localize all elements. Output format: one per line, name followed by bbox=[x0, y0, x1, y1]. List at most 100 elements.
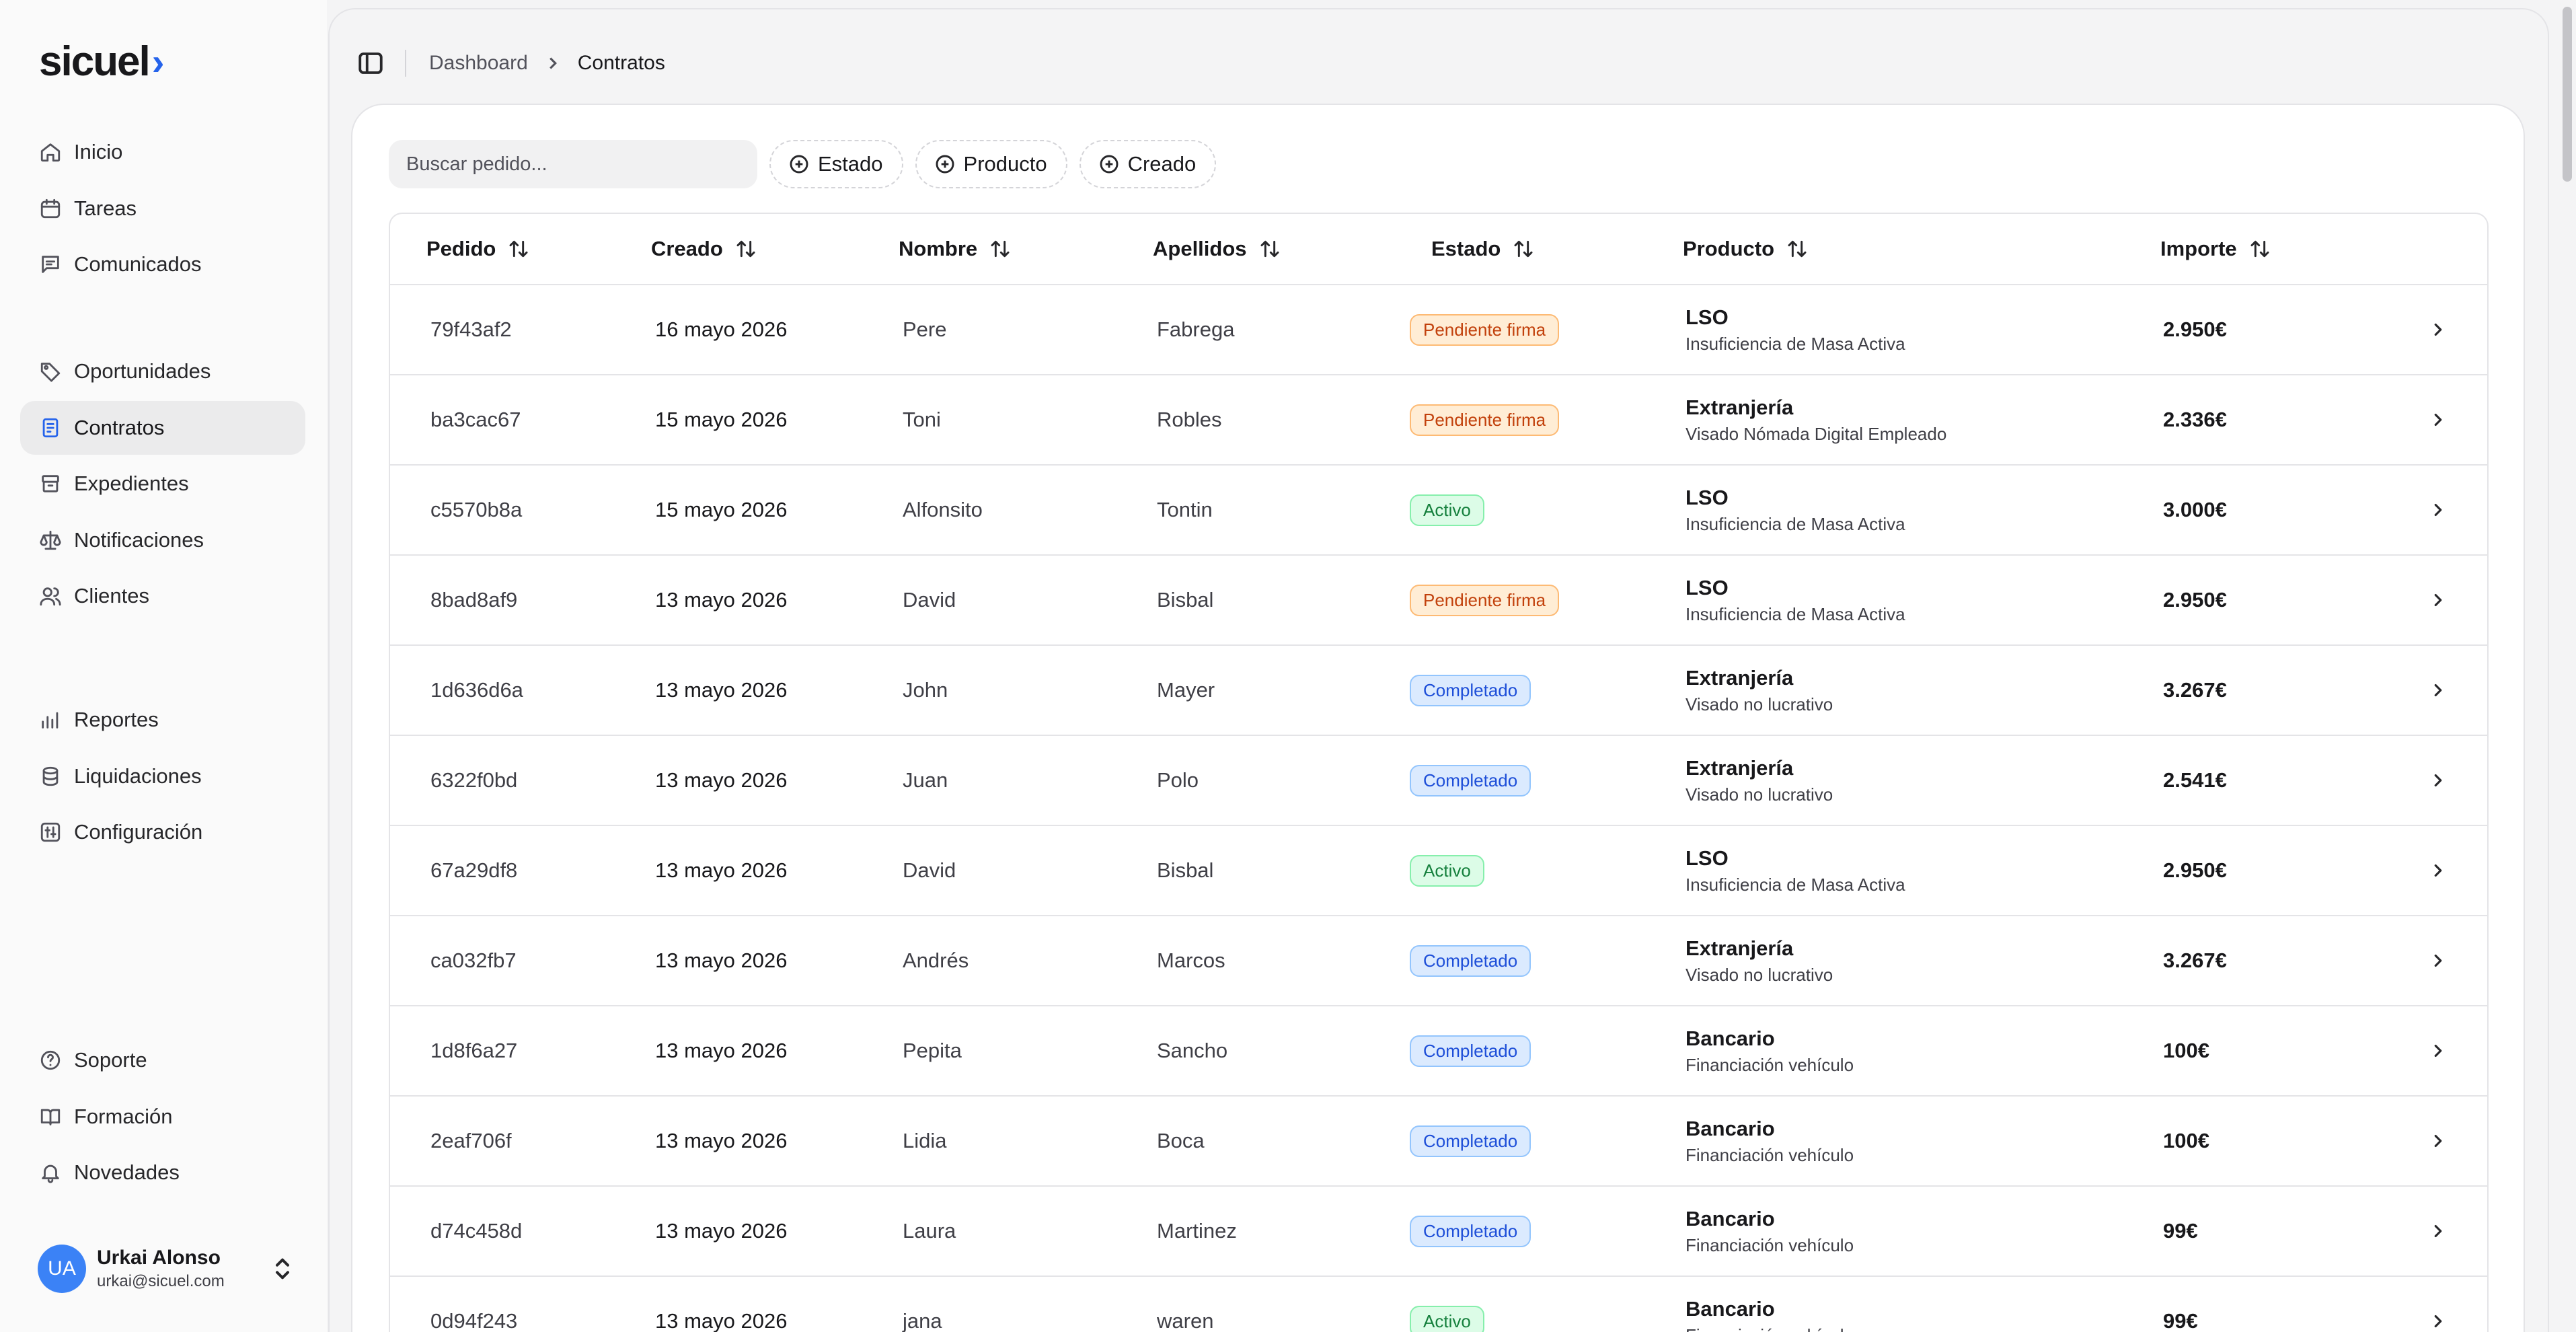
cell-creado: 15 mayo 2026 bbox=[655, 408, 788, 431]
sidebar-item-oportunidades[interactable]: Oportunidades bbox=[20, 344, 305, 398]
sidebar-item-label: Notificaciones bbox=[74, 527, 204, 552]
status-badge: Completado bbox=[1410, 1215, 1531, 1247]
column-header-estado[interactable]: Estado bbox=[1431, 214, 1534, 284]
row-open-button[interactable] bbox=[2428, 916, 2448, 1005]
status-badge: Completado bbox=[1410, 764, 1531, 797]
page-scrollbar[interactable] bbox=[2559, 0, 2576, 1332]
column-header-producto[interactable]: Producto bbox=[1683, 214, 1808, 284]
cell-creado: 13 mayo 2026 bbox=[655, 588, 788, 612]
plus-circle-icon bbox=[934, 153, 956, 175]
row-open-button[interactable] bbox=[2428, 826, 2448, 915]
cell-apellidos: Sancho bbox=[1157, 1039, 1228, 1062]
chevrons-up-down-icon[interactable] bbox=[272, 1255, 293, 1282]
cell-importe: 100€ bbox=[2163, 1039, 2209, 1062]
chevron-right-icon bbox=[2428, 1041, 2448, 1061]
chevron-right-icon bbox=[2428, 1221, 2448, 1241]
column-header-creado[interactable]: Creado bbox=[651, 214, 757, 284]
cell-creado: 13 mayo 2026 bbox=[655, 1219, 788, 1243]
sidebar-item-novedades[interactable]: Novedades bbox=[20, 1146, 305, 1199]
sort-arrows-icon[interactable] bbox=[735, 238, 757, 260]
sidebar-item-clientes[interactable]: Clientes bbox=[20, 569, 305, 623]
table-row[interactable]: 79f43af2 16 mayo 2026 Pere Fabrega Pendiente… bbox=[390, 285, 2487, 375]
product-detail: Insuficiencia de Masa Activa bbox=[1685, 513, 1905, 534]
main-panel: Dashboard Contratos Estado Producto Creado… bbox=[328, 8, 2549, 1332]
cell-pedido: 67a29df8 bbox=[430, 858, 518, 882]
scrollbar-thumb[interactable] bbox=[2563, 7, 2572, 182]
sidebar-item-reportes[interactable]: Reportes bbox=[20, 693, 305, 747]
user-menu[interactable]: UA Urkai Alonso urkai@sicuel.com bbox=[38, 1242, 293, 1296]
row-open-button[interactable] bbox=[2428, 285, 2448, 374]
chevron-right-icon bbox=[2428, 1311, 2448, 1331]
cell-importe: 100€ bbox=[2163, 1129, 2209, 1152]
column-header-importe[interactable]: Importe bbox=[2160, 214, 2271, 284]
tag-icon bbox=[39, 360, 62, 383]
row-open-button[interactable] bbox=[2428, 1277, 2448, 1332]
row-open-button[interactable] bbox=[2428, 1187, 2448, 1275]
sidebar-item-label: Novedades bbox=[74, 1160, 180, 1184]
row-open-button[interactable] bbox=[2428, 736, 2448, 825]
column-header-apellidos[interactable]: Apellidos bbox=[1153, 214, 1281, 284]
table-row[interactable]: d74c458d 13 mayo 2026 Laura Martinez Complet… bbox=[390, 1187, 2487, 1277]
sort-arrows-icon[interactable] bbox=[508, 238, 529, 260]
sidebar-item-contratos[interactable]: Contratos bbox=[20, 400, 305, 455]
sort-arrows-icon[interactable] bbox=[989, 238, 1011, 260]
cell-estado: Completado bbox=[1410, 1187, 1531, 1275]
cell-apellidos: Fabrega bbox=[1157, 318, 1235, 341]
sort-arrows-icon[interactable] bbox=[1786, 238, 1808, 260]
table-row[interactable]: 0d94f243 13 mayo 2026 jana waren Activo Banca… bbox=[390, 1277, 2487, 1332]
filter-producto-button[interactable]: Producto bbox=[915, 140, 1067, 188]
breadcrumb-dashboard[interactable]: Dashboard bbox=[429, 52, 528, 75]
sidebar-item-expedientes[interactable]: Expedientes bbox=[20, 457, 305, 511]
row-open-button[interactable] bbox=[2428, 1006, 2448, 1095]
table-row[interactable]: 1d636d6a 13 mayo 2026 John Mayer Completado E… bbox=[390, 646, 2487, 736]
filter-creado-button[interactable]: Creado bbox=[1079, 140, 1217, 188]
search-input[interactable] bbox=[389, 140, 757, 188]
column-header-label: Apellidos bbox=[1153, 237, 1247, 260]
sort-arrows-icon[interactable] bbox=[1513, 238, 1534, 260]
status-badge: Completado bbox=[1410, 1125, 1531, 1157]
product-name: Extranjería bbox=[1685, 395, 1794, 419]
table-row[interactable]: 67a29df8 13 mayo 2026 David Bisbal Activo LSO… bbox=[390, 826, 2487, 916]
row-open-button[interactable] bbox=[2428, 556, 2448, 644]
sidebar-item-comunicados[interactable]: Comunicados bbox=[20, 237, 305, 291]
row-open-button[interactable] bbox=[2428, 375, 2448, 464]
table-row[interactable]: 8bad8af9 13 mayo 2026 David Bisbal Pendiente… bbox=[390, 556, 2487, 646]
status-badge: Completado bbox=[1410, 1035, 1531, 1067]
table-row[interactable]: 1d8f6a27 13 mayo 2026 Pepita Sancho Completa… bbox=[390, 1006, 2487, 1097]
row-open-button[interactable] bbox=[2428, 466, 2448, 554]
sidebar-item-notificaciones[interactable]: Notificaciones bbox=[20, 513, 305, 567]
column-header-nombre[interactable]: Nombre bbox=[899, 214, 1011, 284]
column-header-pedido[interactable]: Pedido bbox=[426, 214, 529, 284]
sidebar-item-inicio[interactable]: Inicio bbox=[20, 125, 305, 179]
product-name: LSO bbox=[1685, 485, 1729, 509]
sidebar-item-tareas[interactable]: Tareas bbox=[20, 182, 305, 235]
sidebar-item-formacion[interactable]: Formación bbox=[20, 1090, 305, 1144]
sidebar-item-liquidaciones[interactable]: Liquidaciones bbox=[20, 749, 305, 803]
brand-logo[interactable]: sicuel › bbox=[39, 38, 164, 85]
row-open-button[interactable] bbox=[2428, 1097, 2448, 1185]
status-badge: Completado bbox=[1410, 674, 1531, 706]
sidebar-item-label: Oportunidades bbox=[74, 359, 211, 383]
sidebar-toggle-icon[interactable] bbox=[356, 49, 385, 77]
sort-arrows-icon[interactable] bbox=[1259, 238, 1281, 260]
row-open-button[interactable] bbox=[2428, 646, 2448, 735]
avatar: UA bbox=[38, 1245, 86, 1293]
cell-producto: LSO Insuficiencia de Masa Activa bbox=[1685, 556, 1905, 644]
sidebar-item-label: Formación bbox=[74, 1104, 173, 1128]
cell-importe: 2.950€ bbox=[2163, 318, 2227, 341]
table-row[interactable]: ba3cac67 15 mayo 2026 Toni Robles Pendiente … bbox=[390, 375, 2487, 466]
sidebar-item-soporte[interactable]: Soporte bbox=[20, 1033, 305, 1087]
contract-icon bbox=[39, 416, 62, 439]
table-row[interactable]: ca032fb7 13 mayo 2026 Andrés Marcos Completa… bbox=[390, 916, 2487, 1006]
table-row[interactable]: c5570b8a 15 mayo 2026 Alfonsito Tontin Activ… bbox=[390, 466, 2487, 556]
sort-arrows-icon[interactable] bbox=[2249, 238, 2271, 260]
sidebar-item-configuracion[interactable]: Configuración bbox=[20, 805, 305, 859]
table-row[interactable]: 6322f0bd 13 mayo 2026 Juan Polo Completado Ex… bbox=[390, 736, 2487, 826]
status-badge: Pendiente firma bbox=[1410, 313, 1560, 346]
message-icon bbox=[39, 253, 62, 276]
user-info: Urkai Alonso urkai@sicuel.com bbox=[97, 1247, 225, 1291]
brand-name: sicuel bbox=[39, 38, 151, 85]
filter-estado-button[interactable]: Estado bbox=[769, 140, 903, 188]
table-row[interactable]: 2eaf706f 13 mayo 2026 Lidia Boca Completado B… bbox=[390, 1097, 2487, 1187]
filter-label: Creado bbox=[1127, 152, 1197, 176]
